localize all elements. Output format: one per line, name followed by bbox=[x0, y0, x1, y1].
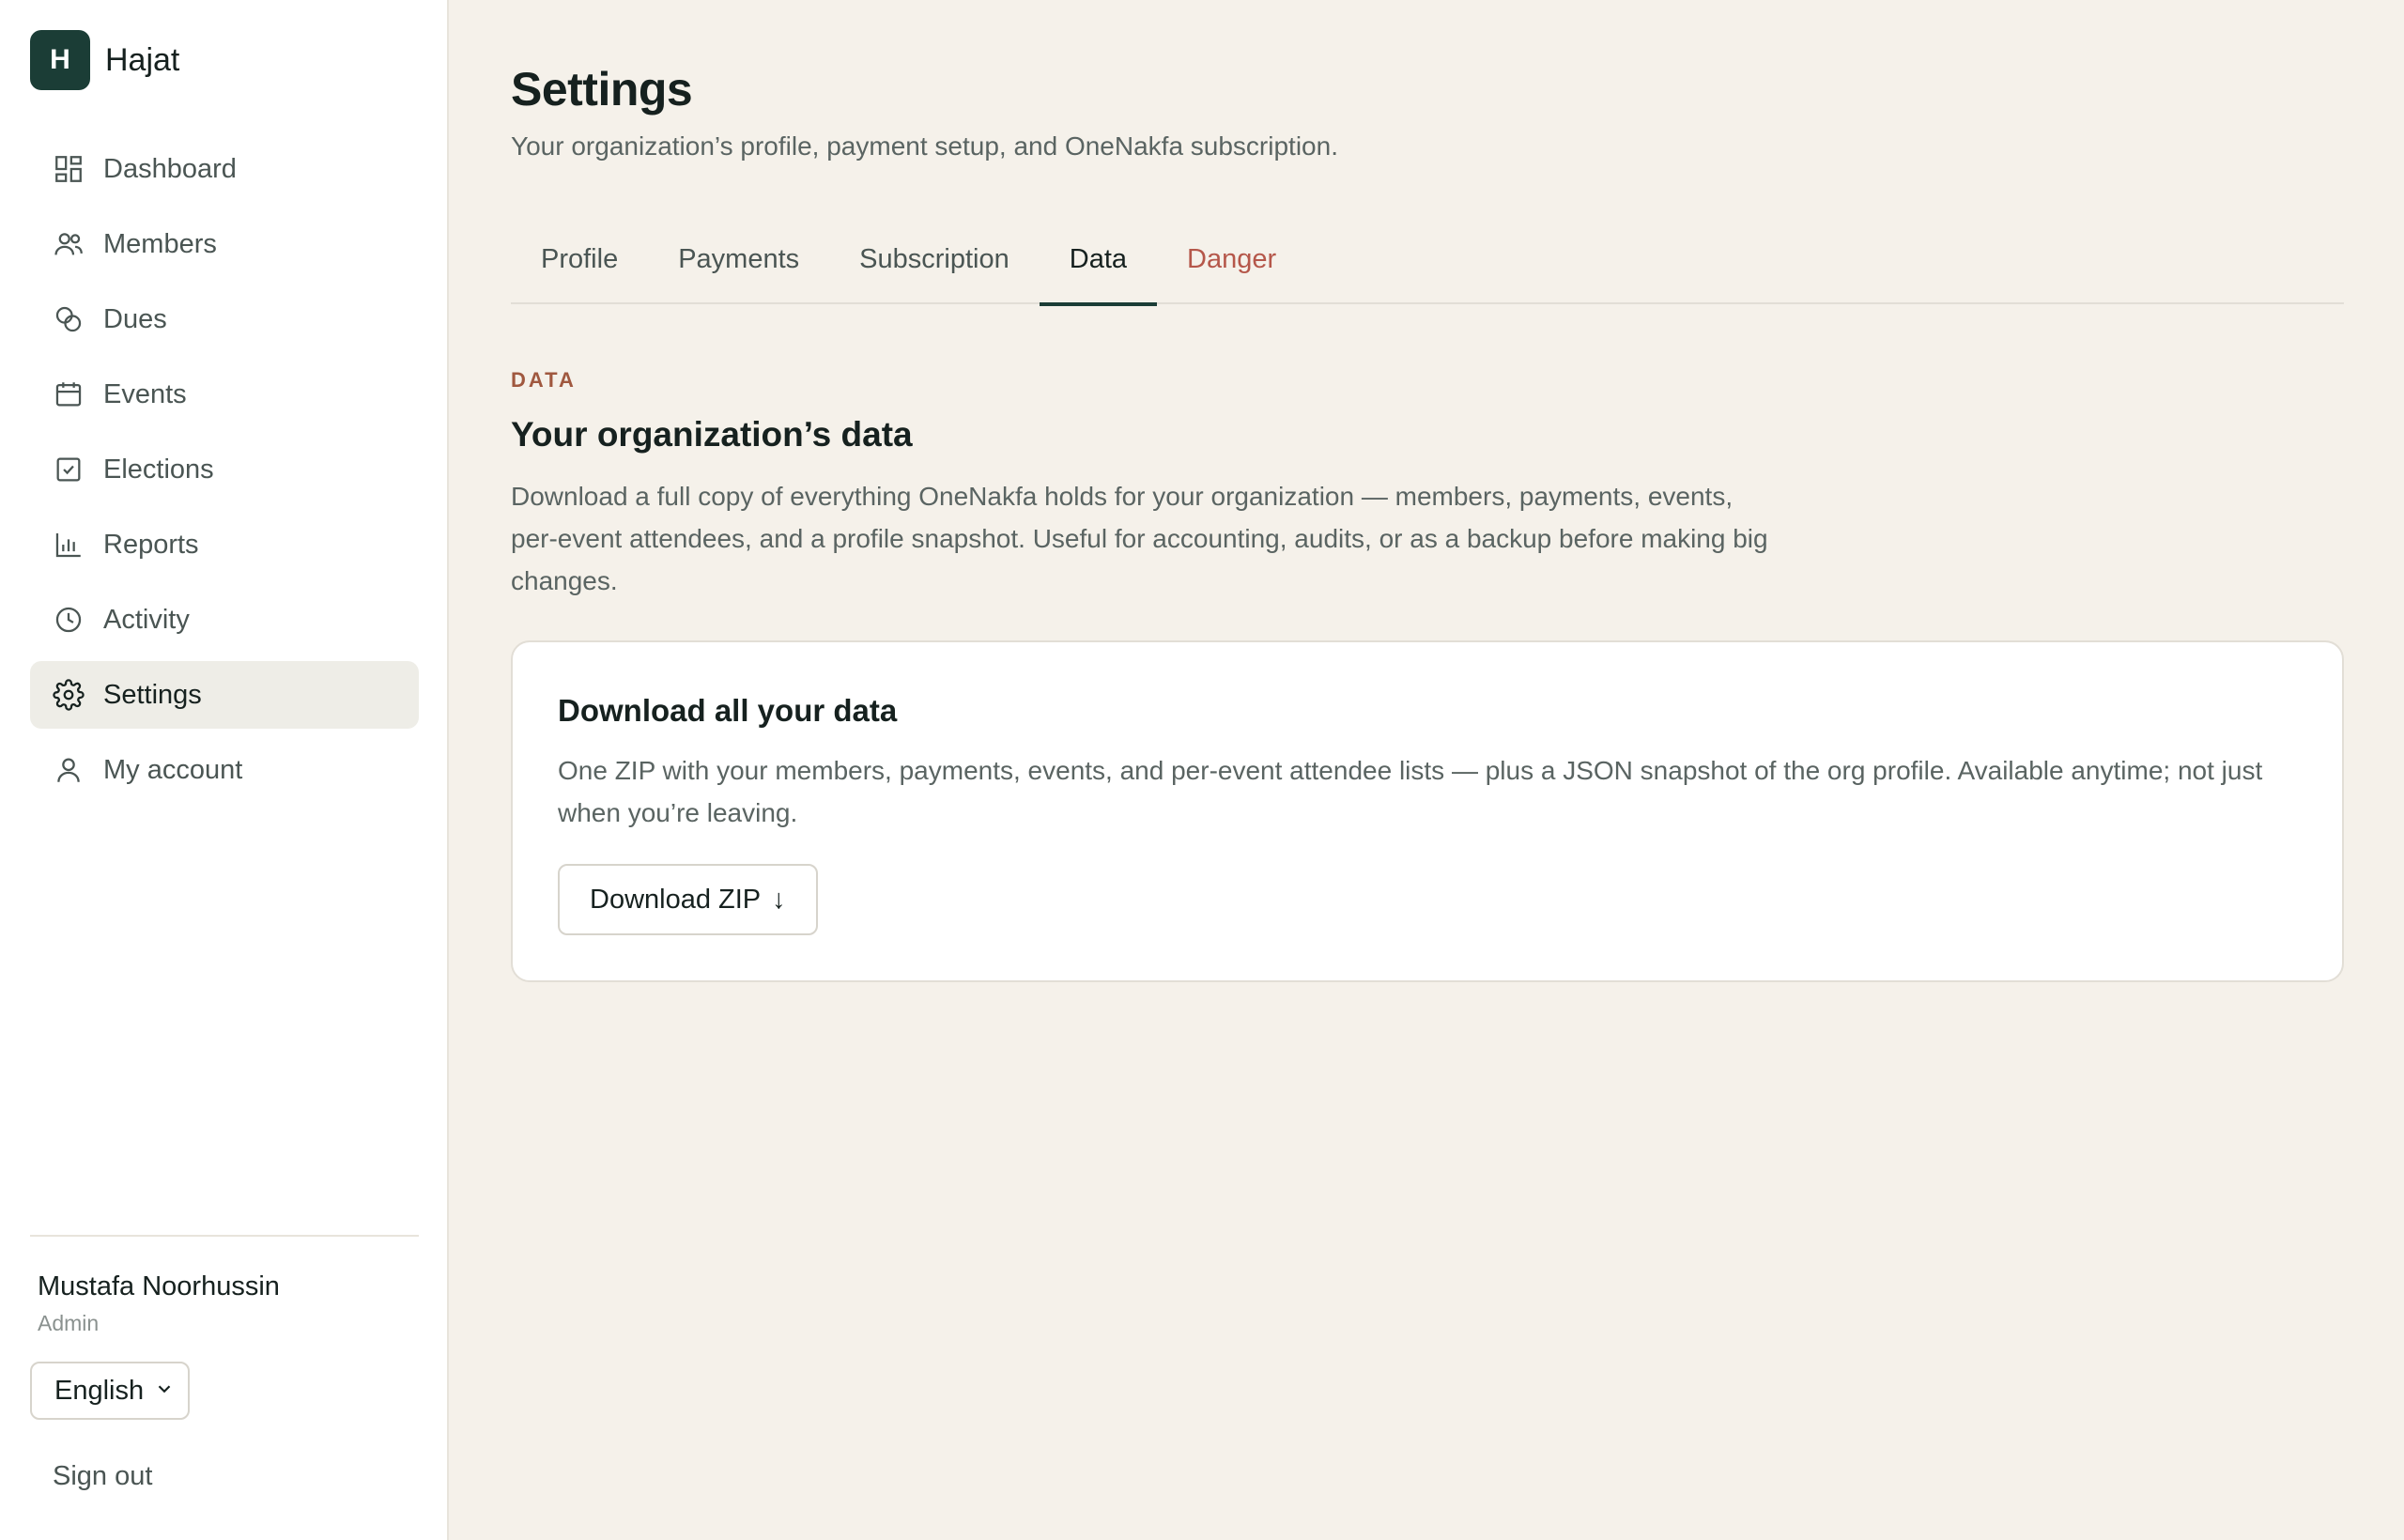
sidebar-divider bbox=[30, 1235, 419, 1237]
brand-name: Hajat bbox=[105, 41, 180, 78]
members-icon bbox=[53, 228, 85, 260]
download-zip-button[interactable]: Download ZIP ↓ bbox=[558, 864, 818, 935]
clock-icon bbox=[53, 604, 85, 636]
arrow-down-icon: ↓ bbox=[772, 884, 786, 915]
tab-payments[interactable]: Payments bbox=[648, 233, 829, 304]
checkbox-icon bbox=[53, 454, 85, 485]
dashboard-icon bbox=[53, 153, 85, 185]
sidebar-item-elections[interactable]: Elections bbox=[30, 436, 419, 503]
section-description: Download a full copy of everything OneNa… bbox=[511, 482, 1768, 595]
bar-chart-icon bbox=[53, 529, 85, 561]
user-role: Admin bbox=[38, 1311, 100, 1335]
brand[interactable]: H Hajat bbox=[30, 30, 179, 90]
sidebar-item-label: Settings bbox=[103, 679, 202, 710]
download-card-description: One ZIP with your members, payments, eve… bbox=[558, 756, 2263, 827]
section-eyebrow: DATA bbox=[511, 368, 577, 392]
sidebar-item-label: Activity bbox=[103, 604, 190, 635]
sidebar-item-dashboard[interactable]: Dashboard bbox=[30, 135, 419, 203]
sidebar-item-my-account[interactable]: My account bbox=[30, 736, 419, 804]
section-title: Your organization’s data bbox=[511, 415, 913, 454]
language-select[interactable]: English bbox=[30, 1362, 190, 1420]
sidebar: H Hajat Dashboard Members Dues Events El… bbox=[0, 0, 449, 1540]
sidebar-item-label: Reports bbox=[103, 529, 199, 560]
sidebar-item-settings[interactable]: Settings bbox=[30, 661, 419, 729]
tab-subscription[interactable]: Subscription bbox=[829, 233, 1040, 304]
sidebar-item-members[interactable]: Members bbox=[30, 210, 419, 278]
sidebar-item-label: Dashboard bbox=[103, 153, 237, 184]
language-select-value: English bbox=[54, 1375, 145, 1406]
brand-logo: H bbox=[30, 30, 90, 90]
sidebar-item-events[interactable]: Events bbox=[30, 361, 419, 428]
download-card: Download all your data One ZIP with your… bbox=[511, 640, 2344, 982]
user-icon bbox=[53, 754, 85, 786]
sidebar-item-label: Events bbox=[103, 378, 187, 409]
gear-icon bbox=[53, 679, 85, 711]
sign-out-link[interactable]: Sign out bbox=[53, 1461, 152, 1492]
sidebar-item-label: My account bbox=[103, 754, 243, 785]
tab-profile[interactable]: Profile bbox=[511, 233, 648, 304]
download-card-title: Download all your data bbox=[558, 693, 898, 728]
sidebar-item-reports[interactable]: Reports bbox=[30, 511, 419, 578]
sidebar-item-dues[interactable]: Dues bbox=[30, 285, 419, 353]
download-zip-label: Download ZIP bbox=[590, 884, 762, 915]
tab-data[interactable]: Data bbox=[1039, 233, 1158, 306]
page-subtitle: Your organization’s profile, payment set… bbox=[511, 131, 1338, 161]
sidebar-item-label: Dues bbox=[103, 303, 167, 334]
user-name: Mustafa Noorhussin bbox=[38, 1271, 280, 1301]
chevron-down-icon bbox=[154, 1376, 175, 1407]
sidebar-item-activity[interactable]: Activity bbox=[30, 586, 419, 654]
sidebar-item-label: Members bbox=[103, 228, 217, 259]
tab-danger[interactable]: Danger bbox=[1157, 233, 1306, 304]
sidebar-nav: Dashboard Members Dues Events Elections bbox=[30, 135, 419, 811]
page-title: Settings bbox=[511, 63, 693, 116]
calendar-icon bbox=[53, 378, 85, 410]
dues-icon bbox=[53, 303, 85, 335]
sidebar-item-label: Elections bbox=[103, 454, 214, 485]
settings-tabs: Profile Payments Subscription Data Dange… bbox=[511, 233, 2344, 306]
